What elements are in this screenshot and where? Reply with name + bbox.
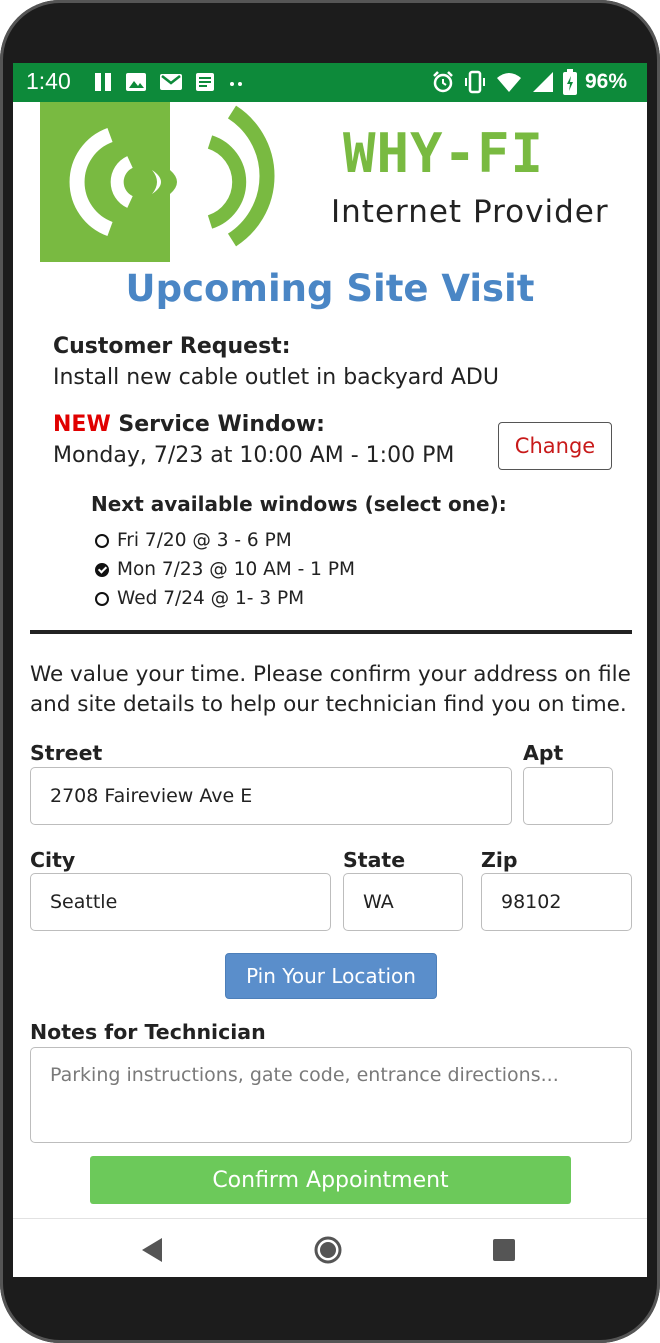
vibrate-icon [464,70,485,94]
phone-frame: 1:40 96% WHY-FI Internet Provider Upcomi… [0,0,660,1343]
more-dots-icon [230,82,242,86]
customer-request-value: Install new cable outlet in backyard ADU [53,365,499,390]
status-bar: 1:40 96% [13,63,647,102]
service-window-label: Service Window: [118,412,325,437]
city-field[interactable]: Seattle [30,873,331,931]
wifi-signal-logo-icon [69,127,161,237]
notes-label: Notes for Technician [30,1020,266,1044]
apt-label: Apt [523,741,564,765]
page-title: Upcoming Site Visit [125,267,535,310]
state-label: State [343,848,406,872]
customer-request: Customer Request: Install new cable outl… [53,334,499,390]
change-button[interactable]: Change [498,422,612,470]
window-option[interactable]: Mon 7/23 @ 10 AM - 1 PM [95,555,355,584]
notes-input[interactable]: Parking instructions, gate code, entranc… [30,1047,632,1143]
radio-checked-icon[interactable] [95,562,109,577]
service-window-value: Monday, 7/23 at 10:00 AM - 1:00 PM [53,443,455,468]
back-icon[interactable] [140,1237,164,1263]
status-time: 1:40 [26,68,71,94]
state-field[interactable]: WA [343,873,463,931]
battery-charging-icon [562,69,577,95]
street-field[interactable]: 2708 Faireview Ave E [30,767,512,825]
brand-name: WHY-FI [343,122,545,185]
window-option-label: Fri 7/20 @ 3 - 6 PM [117,530,292,551]
brand-tagline: Internet Provider [331,194,609,230]
pause-icon [95,73,111,91]
window-option-label: Mon 7/23 @ 10 AM - 1 PM [117,559,355,580]
window-options: Fri 7/20 @ 3 - 6 PM Mon 7/23 @ 10 AM - 1… [95,526,355,613]
street-label: Street [30,741,103,765]
window-option-label: Wed 7/24 @ 1- 3 PM [117,588,305,609]
intro-text: We value your time. Please confirm your … [30,662,631,717]
brand-logo [40,102,170,262]
window-option[interactable]: Wed 7/24 @ 1- 3 PM [95,584,355,613]
zip-label: Zip [481,848,518,872]
service-window: NEW Service Window: Monday, 7/23 at 10:0… [53,412,454,468]
radio-unchecked-icon[interactable] [95,591,109,606]
customer-request-label: Customer Request: [53,334,291,359]
zip-field[interactable]: 98102 [481,873,632,931]
nav-bar [13,1218,647,1277]
pin-location-button[interactable]: Pin Your Location [225,953,437,999]
radio-unchecked-icon[interactable] [95,533,109,548]
signal-icon [532,72,553,92]
section-divider [30,630,632,634]
new-tag: NEW [53,412,111,437]
city-label: City [30,848,76,872]
alarm-icon [433,71,453,93]
main-content: WHY-FI Internet Provider Upcoming Site V… [13,102,647,1218]
confirm-appointment-button[interactable]: Confirm Appointment [90,1156,571,1204]
notes-icon [196,73,214,91]
home-icon[interactable] [313,1235,343,1265]
gmail-icon [160,74,182,90]
windows-heading: Next available windows (select one): [91,492,507,516]
apt-field[interactable] [523,767,613,825]
window-option[interactable]: Fri 7/20 @ 3 - 6 PM [95,526,355,555]
image-icon [126,73,146,91]
recents-icon[interactable] [493,1239,515,1261]
wifi-icon [496,73,521,92]
service-window-label-row: NEW Service Window: [53,412,454,437]
battery-percent: 96% [584,70,627,93]
wifi-waves-right-icon [170,105,275,247]
screen: 1:40 96% WHY-FI Internet Provider Upcomi… [13,63,647,1277]
